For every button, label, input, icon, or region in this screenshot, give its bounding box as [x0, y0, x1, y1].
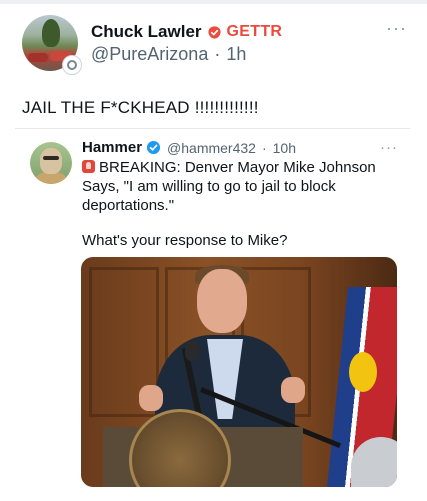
quote-author-handle[interactable]: @hammer432: [167, 140, 256, 156]
meta-separator: ·: [214, 44, 221, 64]
speaker-head: [197, 269, 247, 333]
speaker-hand: [139, 385, 163, 411]
avatar-car: [28, 53, 48, 62]
verified-badge-icon: [146, 140, 161, 155]
microphone-icon: [185, 341, 199, 361]
quoted-post-card[interactable]: Hammer @hammer432 · 10h ··· BREAKING: De…: [15, 128, 410, 501]
quote-author-avatar[interactable]: [30, 142, 72, 184]
quote-question-text: What's your response to Mike?: [82, 232, 288, 249]
quote-timestamp[interactable]: 10h: [273, 140, 296, 156]
avatar-tree: [42, 19, 60, 47]
speaker-hand: [281, 377, 305, 403]
avatar-status-badge-icon: [62, 55, 82, 75]
gettr-logo-icon: [207, 25, 221, 39]
quote-author-row: Hammer @hammer432 · 10h: [82, 139, 296, 156]
author-display-name[interactable]: Chuck Lawler: [91, 22, 202, 42]
post-timestamp[interactable]: 1h: [226, 44, 246, 65]
post-text: JAIL THE F*CKHEAD !!!!!!!!!!!!!: [22, 98, 259, 117]
more-options-icon[interactable]: ···: [386, 18, 407, 39]
author-name-row: Chuck Lawler GETTR: [91, 22, 282, 42]
quote-body-text: BREAKING: Denver Mayor Mike Johnson Says…: [82, 159, 376, 214]
post-meta: @PureArizona · 1h: [91, 44, 246, 65]
gettr-badge-label: GETTR: [226, 23, 283, 40]
quote-more-options-icon[interactable]: ···: [380, 139, 398, 156]
top-divider-bar: [0, 0, 427, 4]
quote-news-photo[interactable]: [81, 257, 397, 487]
author-handle[interactable]: @PureArizona: [91, 44, 208, 65]
quote-meta-separator: ·: [261, 139, 267, 156]
quote-author-name[interactable]: Hammer: [82, 139, 142, 156]
colorado-flag-disc: [349, 352, 377, 392]
rotating-light-icon: [82, 160, 95, 173]
quote-text: BREAKING: Denver Mayor Mike Johnson Says…: [82, 158, 392, 215]
